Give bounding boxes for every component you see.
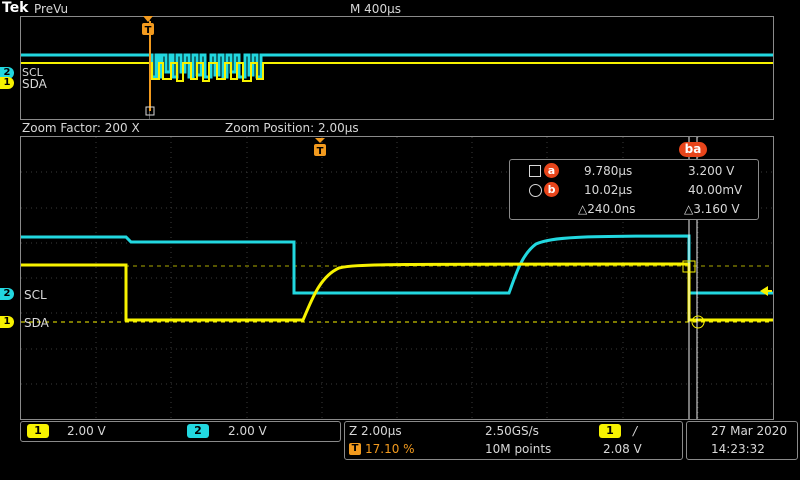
overview-scl-trace (21, 53, 773, 79)
overview-waveforms (21, 17, 773, 119)
ch2-scale-badge[interactable]: 2 (187, 424, 209, 438)
acquisition-panel[interactable]: Z 2.00µs T 17.10 % 2.50GS/s 10M points 1… (344, 421, 683, 460)
trigger-position-icon: T (349, 443, 361, 455)
overview-panel[interactable] (20, 16, 774, 120)
ch2-scale[interactable]: 2.00 V (228, 424, 267, 438)
cursor-delta-value: △3.160 V (684, 202, 740, 216)
mode-label: PreVu (34, 2, 69, 16)
trigger-source-badge[interactable]: 1 (599, 424, 621, 438)
cursor-a-badge: a (544, 163, 559, 178)
cursor-b-circle-icon (529, 184, 542, 197)
main-trigger-label: T (317, 146, 324, 157)
overview-ch1-label: SDA (22, 77, 47, 91)
datetime-panel: 27 Mar 2020 14:23:32 (686, 421, 798, 460)
overview-ch1-marker[interactable]: 1 (0, 77, 14, 89)
ch1-scale[interactable]: 2.00 V (67, 424, 106, 438)
channel-scale-bar[interactable]: 1 2.00 V 2 2.00 V (20, 421, 341, 442)
record-length[interactable]: 10M points (485, 442, 551, 456)
zoom-factor: Zoom Factor: 200 X (22, 121, 140, 135)
ch2-marker[interactable]: 2 (0, 288, 14, 300)
cursor-readout-panel[interactable]: a 9.780µs 3.200 V b 10.02µs 40.00mV △240… (509, 159, 759, 220)
cursor-ba-handle[interactable]: ba (679, 142, 707, 157)
sample-rate: 2.50GS/s (485, 424, 539, 438)
cursor-delta-time: △240.0ns (578, 202, 636, 216)
date: 27 Mar 2020 (711, 424, 788, 438)
time: 14:23:32 (711, 442, 765, 456)
cursor-b-badge: b (544, 182, 559, 197)
trigger-level-arrow (760, 281, 772, 300)
ch2-label: SCL (24, 288, 47, 302)
trigger-level[interactable]: 2.08 V (603, 442, 642, 456)
ch1-marker[interactable]: 1 (0, 316, 14, 328)
cursor-a-square-icon (529, 165, 541, 177)
timebase-readout[interactable]: M 400µs (350, 2, 401, 16)
cursor-b-value: 40.00mV (688, 183, 743, 197)
cursor-a-time: 9.780µs (584, 164, 633, 178)
brand-logo: Tek (2, 0, 29, 16)
main-trigger-marker[interactable]: T (313, 138, 327, 158)
cursor-b-time: 10.02µs (584, 183, 633, 197)
ch1-scale-badge[interactable]: 1 (27, 424, 49, 438)
overview-sda-trace (21, 62, 773, 82)
zoom-position: Zoom Position: 2.00µs (225, 121, 359, 135)
cursor-a-value: 3.200 V (688, 164, 735, 178)
overview-trigger-label: T (145, 25, 152, 36)
trigger-slope-icon: / (633, 424, 638, 438)
overview-trigger-marker[interactable]: T (141, 16, 155, 38)
zoom-scale[interactable]: Z 2.00µs (349, 424, 402, 438)
trigger-position[interactable]: 17.10 % (365, 442, 415, 456)
ch1-label: SDA (24, 316, 49, 330)
